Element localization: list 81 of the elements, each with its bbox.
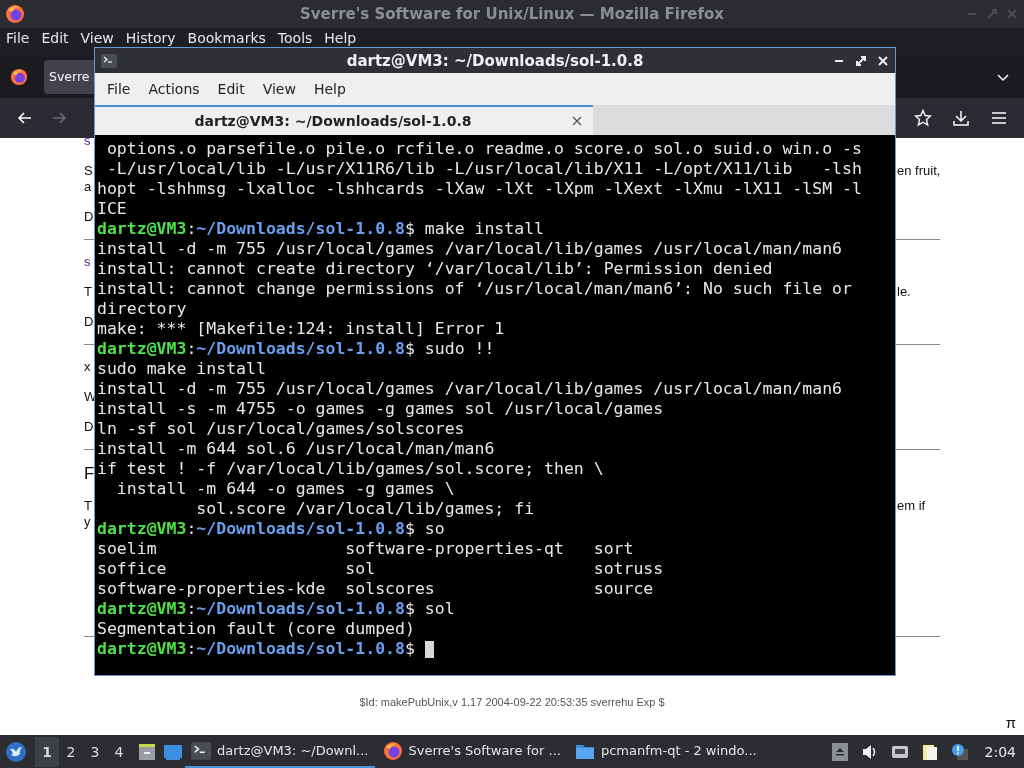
notification-icon[interactable] (950, 742, 969, 761)
paragraph-text: T (84, 284, 92, 300)
menu-item[interactable]: Edit (209, 81, 253, 97)
prompt-line: dartz@VM3:~/Downloads/sol-1.0.8$ sudo !! (97, 339, 495, 359)
clipboard-icon[interactable] (920, 742, 939, 761)
menu-item[interactable]: View (74, 31, 120, 46)
link-text[interactable]: s (84, 138, 91, 149)
paragraph-text: D (84, 209, 94, 225)
terminal-icon (191, 740, 211, 761)
browser-tab[interactable]: Sverre (44, 59, 94, 94)
menu-item[interactable]: Help (305, 81, 354, 97)
terminal-line: make: *** [Makefile:124: install] Error 1 (97, 319, 505, 339)
terminal-line: -L/usr/local/lib -L/usr/X11R6/lib -L/usr/local/lib/X11 -L/opt/X11/lib -lsh (105, 159, 862, 179)
download-icon[interactable] (952, 109, 970, 127)
paragraph-text: a (84, 179, 92, 195)
menu-item[interactable]: File (99, 81, 139, 97)
terminal-line: options.o parsefile.o pile.o rcfile.o readme.o score.o sol.o suid.o win.o -s (105, 139, 862, 159)
taskbar-button[interactable]: dartz@VM3: ~/Downl... (185, 735, 375, 768)
paragraph-text: en fruit, (897, 163, 941, 179)
terminal-line: install: cannot change permissions of ‘/usr/local/man/man6’: No such file or (97, 279, 852, 299)
terminal-line: install -m 644 -o games -g games \ (115, 479, 455, 499)
paragraph-text: y (84, 514, 91, 530)
paragraph-text: x (84, 359, 91, 375)
footer-text: $Id: makePubUnix,v 1.17 2004-09-22 20:53:35 sverrehu Exp $ (359, 695, 665, 709)
desktop-switcher[interactable]: 2 (59, 736, 83, 767)
link-text[interactable]: s (84, 254, 91, 270)
desktop-switcher[interactable]: 4 (107, 736, 131, 767)
terminal-line: if test ! -f /var/local/lib/games/sol.score; then \ (97, 459, 604, 479)
terminal-line: hopt -lshhmsg -lxalloc -lshhcards -lXaw -lXt -lXpm -lXext -lXmu -lX11 -lSM -l (97, 179, 862, 199)
window-title: Sverre's Software for Unix/Linux — Mozilla Firefox (300, 5, 724, 23)
terminal-line: install -s -m 4755 -o games -g games sol /usr/local/games (97, 399, 664, 419)
star-icon[interactable] (914, 109, 932, 127)
paragraph-text: D (84, 419, 94, 435)
terminal-line: install -m 644 sol.6 /usr/local/man/man6 (97, 439, 495, 459)
paragraph-text: le. (897, 284, 911, 300)
prompt-line: dartz@VM3:~/Downloads/sol-1.0.8$ so (97, 519, 445, 539)
terminal-line: install: cannot create directory ‘/var/local/lib’: Permission denied (97, 259, 773, 279)
clock[interactable]: 2:04 (984, 743, 1016, 760)
browser-icon (382, 740, 403, 761)
menu-item[interactable]: Help (318, 31, 363, 46)
terminal-line: ln -sf sol /usr/local/games/solscores (97, 419, 465, 439)
paragraph-text: S (84, 163, 93, 179)
close-icon[interactable] (571, 115, 583, 127)
terminal-line: install -d -m 755 /usr/local/games /var/local/lib/games /usr/local/man/man6 (97, 379, 843, 399)
file-cabinet-icon[interactable] (137, 741, 157, 762)
taskbar-button[interactable]: pcmanfm-qt - 2 windo... (568, 735, 763, 768)
browser-icon (10, 67, 28, 86)
terminal-line: software-properties-kde solscores source (97, 579, 654, 599)
terminal-line: ICE (97, 199, 127, 219)
menu-item[interactable]: Tools (271, 31, 319, 46)
terminal-icon (101, 53, 117, 68)
menu-icon[interactable] (990, 109, 1008, 127)
paragraph-text: T (84, 498, 92, 514)
menu-item[interactable]: Bookmarks (181, 31, 272, 46)
menu-item[interactable]: View (254, 81, 304, 97)
terminal-tab[interactable]: dartz@VM3: ~/Downloads/sol-1.0.8 (95, 105, 593, 135)
prompt-line: dartz@VM3:~/Downloads/sol-1.0.8$ make install (97, 219, 545, 239)
desktop-switcher[interactable]: 1 (35, 736, 59, 767)
terminal-line: install -d -m 755 /usr/local/games /var/local/lib/games /usr/local/man/man6 (97, 239, 843, 259)
terminal-line: sol.score /var/local/lib/games; fi (195, 499, 535, 519)
taskbar-button[interactable]: Sverre's Software for ... (376, 735, 567, 768)
terminal-line: soffice sol sotruss (97, 559, 664, 579)
pi-symbol[interactable]: π (1005, 713, 1016, 733)
terminal-line: Segmentation fault (core dumped) (97, 619, 415, 639)
window-title: dartz@VM3: ~/Downloads/sol-1.0.8 (346, 51, 644, 70)
menu-item[interactable]: History (119, 31, 182, 46)
paragraph-text: em if (897, 498, 926, 514)
menu-item[interactable]: Actions (140, 81, 208, 97)
desktop-switcher[interactable]: 3 (83, 736, 107, 767)
paragraph-text: D (84, 314, 94, 330)
browser-icon (5, 4, 25, 24)
terminal-line: soelim software-properties-qt sort (97, 539, 634, 559)
prompt-line: dartz@VM3:~/Downloads/sol-1.0.8$ sol (97, 599, 455, 619)
eject-icon[interactable] (830, 742, 849, 761)
terminal-line: sudo make install (97, 359, 266, 379)
menu-item[interactable]: Edit (35, 31, 75, 46)
start-menu-icon[interactable] (5, 740, 27, 763)
terminal-line: directory (97, 299, 187, 319)
prompt-line: dartz@VM3:~/Downloads/sol-1.0.8$ (97, 639, 415, 659)
menu-item[interactable]: File (0, 31, 36, 46)
heading-text: F (84, 464, 95, 484)
